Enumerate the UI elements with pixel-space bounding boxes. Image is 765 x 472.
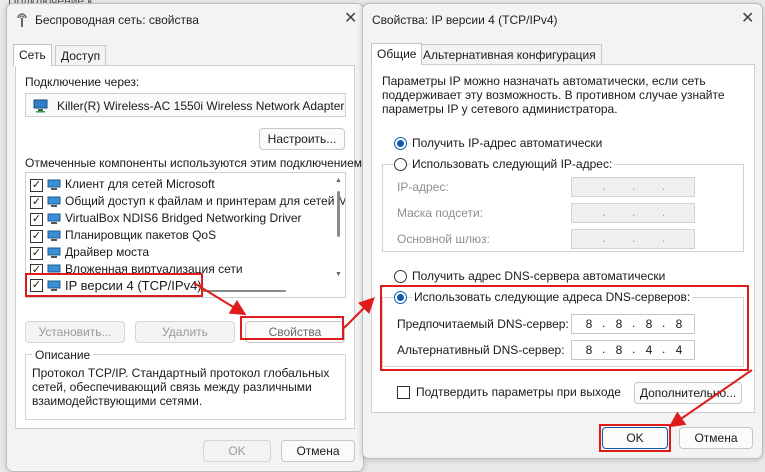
list-scrollbar[interactable]: ▲ ▼ [335, 177, 342, 281]
description-line: взаимодействующими сетями. [32, 394, 203, 408]
network-driver-icon [47, 213, 61, 228]
ip-octet: 8 [585, 317, 593, 331]
network-service-icon [47, 196, 61, 211]
cancel-button[interactable]: Отмена [679, 427, 753, 449]
close-icon[interactable]: ✕ [344, 11, 357, 27]
ipv4-component-label: IP версии 4 (TCP/IPv4) [65, 278, 202, 293]
remove-button[interactable]: Удалить [135, 321, 235, 343]
alternate-dns-label: Альтернативный DNS-сервер: [397, 343, 565, 357]
description-line: Протокол TCP/IP. Стандартный протокол гл… [32, 366, 330, 380]
component-label: Клиент для сетей Microsoft [65, 177, 215, 191]
ok-button[interactable]: OK [203, 440, 271, 462]
dialog-title: Свойства: IP версии 4 (TCP/IPv4) [372, 13, 558, 27]
ip-octet: 4 [675, 343, 683, 357]
scroll-thumb[interactable] [337, 191, 340, 237]
subnet-label: Маска подсети: [397, 206, 484, 220]
tab-sharing[interactable]: Доступ [55, 45, 107, 66]
ip-octet: 8 [675, 317, 683, 331]
dialog-title: Беспроводная сеть: свойства [35, 13, 199, 27]
component-checkbox[interactable]: ✓ [30, 196, 43, 209]
components-label: Отмеченные компоненты используются этим … [25, 156, 366, 170]
tab-network[interactable]: Сеть [13, 44, 52, 66]
description-label: Описание [32, 348, 94, 362]
ip-auto-label[interactable]: Получить IP-адрес автоматически [412, 136, 602, 150]
dns-auto-radio[interactable] [394, 270, 407, 283]
intro-line: поддерживает эту возможность. В противно… [382, 88, 725, 102]
dns-manual-radio[interactable] [394, 291, 407, 304]
close-icon[interactable]: ✕ [741, 11, 754, 27]
component-checkbox[interactable]: ✓ [30, 213, 43, 226]
alternate-dns-input[interactable]: 8. 8. 4. 4 [571, 340, 695, 360]
intro-line: Параметры IP можно назначать автоматичес… [382, 74, 706, 88]
ipv4-checkbox[interactable]: ✓ [30, 279, 43, 292]
intro-line: параметры IP у сетевого администратора. [382, 102, 618, 116]
network-service-icon [47, 230, 61, 245]
wireless-properties-dialog: Беспроводная сеть: свойства ✕ Сеть Досту… [6, 3, 365, 472]
tab-alternate-config[interactable]: Альтернативная конфигурация [417, 44, 602, 65]
ip-auto-radio[interactable] [394, 137, 407, 150]
scroll-up-icon[interactable]: ▲ [335, 177, 342, 184]
ipv4-properties-dialog: Свойства: IP версии 4 (TCP/IPv4) ✕ Общие… [362, 3, 763, 459]
component-label: Драйвер моста [65, 245, 150, 259]
dns-manual-label[interactable]: Использовать следующие адреса DNS-сервер… [412, 290, 693, 304]
description-line: сетей, обеспечивающий связь между различ… [32, 380, 312, 394]
preferred-dns-label: Предпочитаемый DNS-сервер: [397, 317, 569, 331]
adapter-field: Killer(R) Wireless-AC 1550i Wireless Net… [25, 93, 346, 117]
connect-via-label: Подключение через: [25, 75, 140, 89]
ip-manual-radio[interactable] [394, 158, 407, 171]
component-label: Общий доступ к файлам и принтерам для се… [65, 194, 346, 208]
wireless-icon [17, 12, 27, 28]
network-protocol-icon [47, 280, 61, 295]
component-checkbox[interactable]: ✓ [30, 230, 43, 243]
properties-button[interactable]: Свойства [245, 321, 345, 343]
ip-octet: 8 [585, 343, 593, 357]
ip-manual-label[interactable]: Использовать следующий IP-адрес: [410, 157, 615, 171]
advanced-button[interactable]: Дополнительно... [634, 382, 742, 404]
configure-button[interactable]: Настроить... [259, 128, 345, 150]
adapter-name: Killer(R) Wireless-AC 1550i Wireless Net… [57, 99, 345, 113]
ok-button-highlight [599, 424, 671, 452]
ipv4-component-highlight[interactable]: ✓ IP версии 4 (TCP/IPv4) [25, 273, 203, 297]
preferred-dns-input[interactable]: 8. 8. 8. 8 [571, 314, 695, 334]
install-button[interactable]: Установить... [25, 321, 125, 343]
component-label: VirtualBox NDIS6 Bridged Networking Driv… [65, 211, 302, 225]
ip-octet: 8 [645, 317, 653, 331]
gateway-label: Основной шлюз: [397, 232, 490, 246]
network-tab-panel: Подключение через: Killer(R) Wireless-AC… [15, 65, 365, 429]
component-checkbox[interactable]: ✓ [30, 179, 43, 192]
ip-octet: 8 [615, 343, 623, 357]
gateway-input[interactable]: ... [571, 229, 695, 249]
validate-checkbox[interactable] [397, 386, 410, 399]
component-label: Планировщик пакетов QoS [65, 228, 217, 242]
dns-auto-label[interactable]: Получить адрес DNS-сервера автоматически [412, 269, 665, 283]
ip-octet: 4 [645, 343, 653, 357]
subnet-input[interactable]: ... [571, 203, 695, 223]
ip-address-input[interactable]: ... [571, 177, 695, 197]
network-client-icon [47, 179, 61, 194]
cancel-button[interactable]: Отмена [281, 440, 355, 462]
network-adapter-icon [33, 99, 49, 116]
ip-address-label: IP-адрес: [397, 180, 449, 194]
network-driver-icon [47, 247, 61, 262]
component-checkbox[interactable]: ✓ [30, 247, 43, 260]
tab-general[interactable]: Общие [371, 43, 423, 65]
ip-octet: 8 [615, 317, 623, 331]
general-tab-panel: Параметры IP можно назначать автоматичес… [371, 64, 755, 413]
scroll-down-icon[interactable]: ▼ [335, 271, 342, 278]
validate-label[interactable]: Подтвердить параметры при выходе [416, 385, 621, 399]
